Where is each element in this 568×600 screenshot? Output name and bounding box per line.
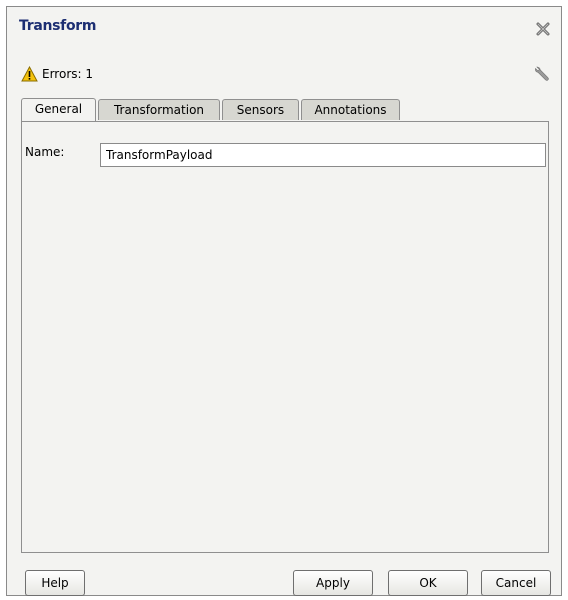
apply-button[interactable]: Apply xyxy=(293,570,373,596)
ok-button[interactable]: OK xyxy=(388,570,468,596)
tab-annotations[interactable]: Annotations xyxy=(301,99,400,120)
tab-sensors[interactable]: Sensors xyxy=(222,99,299,120)
error-status[interactable]: Errors: 1 xyxy=(21,65,93,83)
tab-general[interactable]: General xyxy=(21,98,96,121)
warning-icon xyxy=(21,66,38,82)
help-button[interactable]: Help xyxy=(25,570,85,596)
tab-transformation[interactable]: Transformation xyxy=(98,99,220,120)
name-label: Name: xyxy=(25,145,65,159)
cancel-button[interactable]: Cancel xyxy=(481,570,551,596)
general-panel xyxy=(21,121,549,553)
wrench-icon[interactable] xyxy=(533,65,551,83)
dialog-title: Transform xyxy=(19,18,97,34)
transform-dialog: Transform Errors: 1 General Transformati… xyxy=(6,6,562,596)
errors-count: Errors: 1 xyxy=(42,67,93,81)
name-field[interactable] xyxy=(100,143,546,167)
close-icon[interactable] xyxy=(535,21,551,37)
